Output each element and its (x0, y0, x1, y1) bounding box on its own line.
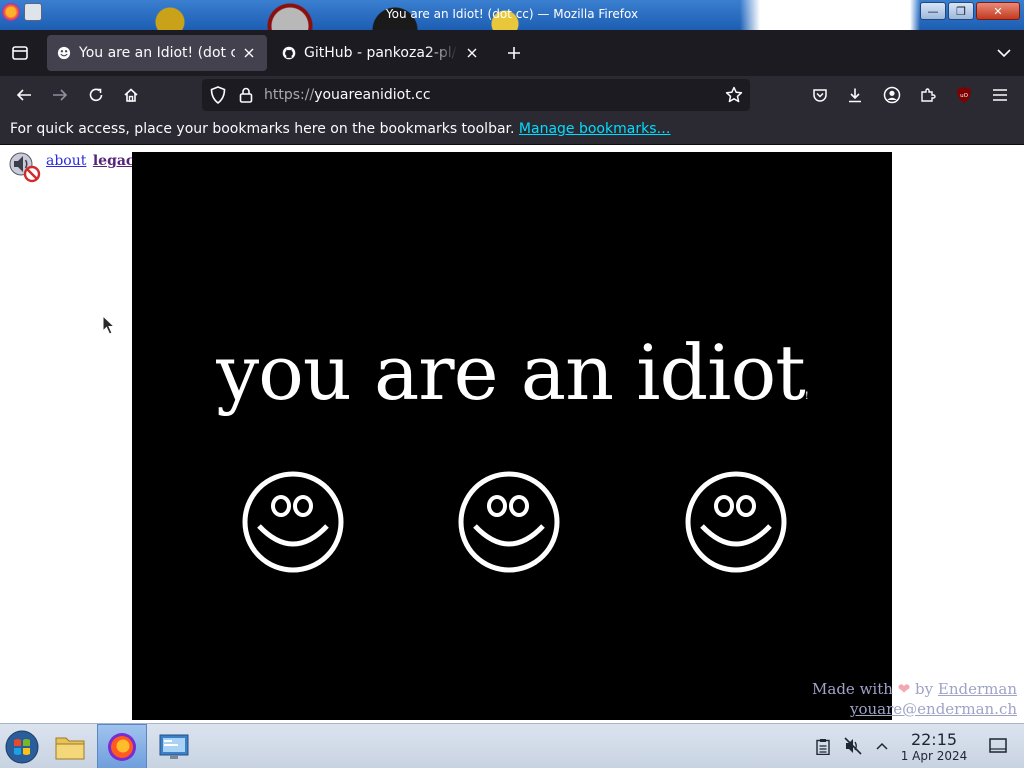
credit-by: by (915, 680, 934, 698)
download-icon (849, 88, 861, 103)
navigation-toolbar: https://youareanidiot.cc uO (0, 76, 1024, 114)
tab-list-icon (12, 46, 28, 60)
lock-icon (239, 87, 253, 103)
tab-youareanidiot[interactable]: You are an Idiot! (dot cc) (47, 35, 267, 71)
svg-text:uO: uO (960, 93, 968, 99)
bookmarks-message-text: For quick access, place your bookmarks h… (10, 121, 515, 137)
chevron-up-icon (876, 742, 888, 750)
downloads-button[interactable] (845, 85, 865, 105)
reload-icon (89, 88, 103, 102)
ublock-origin-button[interactable]: uO (954, 85, 974, 105)
account-button[interactable] (882, 85, 902, 105)
ublock-icon: uO (957, 87, 971, 103)
new-tab-button[interactable] (504, 43, 524, 63)
bookmarks-toolbar: For quick access, place your bookmarks h… (0, 114, 1024, 145)
github-icon (282, 46, 296, 60)
extensions-button[interactable] (918, 85, 938, 105)
window-controls: — ❐ ✕ (920, 2, 1020, 20)
chevron-down-icon (997, 49, 1011, 58)
tab-close-icon[interactable] (241, 45, 257, 61)
window-title: You are an Idiot! (dot cc) — Mozilla Fir… (385, 7, 639, 21)
idiot-phrase-text: you are an idiot (216, 328, 806, 417)
smiley-face-icon (242, 471, 344, 573)
maximize-button[interactable]: ❐ (948, 2, 974, 20)
volume-tray-button[interactable] (843, 736, 863, 756)
clipboard-icon (816, 738, 830, 755)
tab-close-icon[interactable] (464, 45, 480, 61)
file-manager-taskbar-button[interactable] (50, 724, 90, 768)
credit-line: Made with ❤ by Enderman (812, 679, 1017, 699)
list-all-tabs-button[interactable] (994, 43, 1014, 63)
show-desktop-button[interactable] (988, 736, 1008, 756)
tab-label: You are an Idiot! (dot cc) (79, 45, 235, 61)
folder-icon (55, 737, 85, 759)
puzzle-icon (921, 88, 936, 102)
account-icon (883, 86, 901, 104)
pocket-button[interactable] (810, 85, 830, 105)
app-menu-button[interactable] (990, 85, 1010, 105)
plus-icon (508, 47, 520, 59)
address-bar[interactable]: https://youareanidiot.cc (202, 79, 750, 111)
system-settings-taskbar-button[interactable] (154, 724, 194, 768)
minimize-button[interactable]: — (920, 2, 946, 20)
star-icon (725, 86, 743, 103)
author-link[interactable]: Enderman (938, 680, 1017, 698)
firefox-view-button[interactable] (8, 41, 32, 65)
idiot-animation-stage[interactable]: you are an idiot! (132, 152, 892, 720)
about-link[interactable]: about (46, 153, 86, 169)
show-hidden-icons-button[interactable] (872, 736, 892, 756)
close-button[interactable]: ✕ (976, 2, 1020, 20)
site-info-button[interactable] (236, 85, 256, 105)
smiley-icon (57, 46, 71, 60)
home-button[interactable] (121, 85, 141, 105)
page-credit: Made with ❤ by Enderman youare@enderman.… (812, 679, 1017, 719)
hamburger-icon (993, 89, 1007, 101)
bookmark-page-button[interactable] (724, 85, 744, 105)
email-line: youare@enderman.ch (812, 699, 1017, 719)
clock-time: 22:15 (910, 730, 958, 749)
manage-bookmarks-link[interactable]: Manage bookmarks… (519, 121, 671, 137)
tab-strip: You are an Idiot! (dot cc) GitHub - pank… (0, 30, 1024, 76)
sound-muted-icon[interactable] (7, 151, 41, 183)
monitor-settings-icon (159, 734, 189, 759)
smiley-face-icon (458, 471, 560, 573)
url-protocol: https:// (264, 87, 315, 103)
volume-muted-icon (844, 737, 862, 755)
firefox-taskbar-button[interactable] (97, 724, 147, 768)
smiley-face-icon (685, 471, 787, 573)
url-text[interactable]: https://youareanidiot.cc (264, 87, 431, 103)
tab-label: GitHub - pankoza2-pl/malwaredatabase (304, 45, 458, 61)
email-link[interactable]: youare@enderman.ch (850, 700, 1017, 718)
idiot-phrase-mark: ! (804, 391, 809, 402)
home-icon (124, 88, 138, 102)
pocket-icon (813, 89, 827, 102)
taskbar-clock[interactable]: 22:15 1 Apr 2024 (896, 730, 972, 764)
shield-icon (210, 86, 226, 104)
arrow-left-icon (16, 89, 31, 101)
taskbar: 22:15 1 Apr 2024 (0, 723, 1024, 768)
credit-prefix: Made with (812, 680, 893, 698)
tracking-protection-button[interactable] (208, 85, 228, 105)
back-button[interactable] (14, 85, 34, 105)
bookmarks-empty-message: For quick access, place your bookmarks h… (10, 121, 670, 137)
forward-button[interactable] (50, 85, 70, 105)
window-titlebar[interactable]: You are an Idiot! (dot cc) — Mozilla Fir… (0, 0, 1024, 30)
idiot-phrase: you are an idiot! (132, 328, 892, 417)
tab-github[interactable]: GitHub - pankoza2-pl/malwaredatabase (272, 35, 490, 71)
heart-icon: ❤ (897, 680, 911, 698)
url-host: youareanidiot.cc (314, 87, 431, 103)
mouse-cursor-icon (102, 315, 116, 335)
reload-button[interactable] (86, 85, 106, 105)
clock-date: 1 Apr 2024 (900, 749, 968, 763)
start-menu-button[interactable] (0, 724, 44, 768)
arrow-right-icon (53, 89, 68, 101)
firefox-icon (108, 732, 136, 761)
clipboard-tray-button[interactable] (813, 736, 833, 756)
desktop-icon (989, 738, 1007, 753)
web-content: about legacy help you are an idiot! Made… (0, 145, 1024, 723)
start-orb-icon (5, 730, 39, 763)
